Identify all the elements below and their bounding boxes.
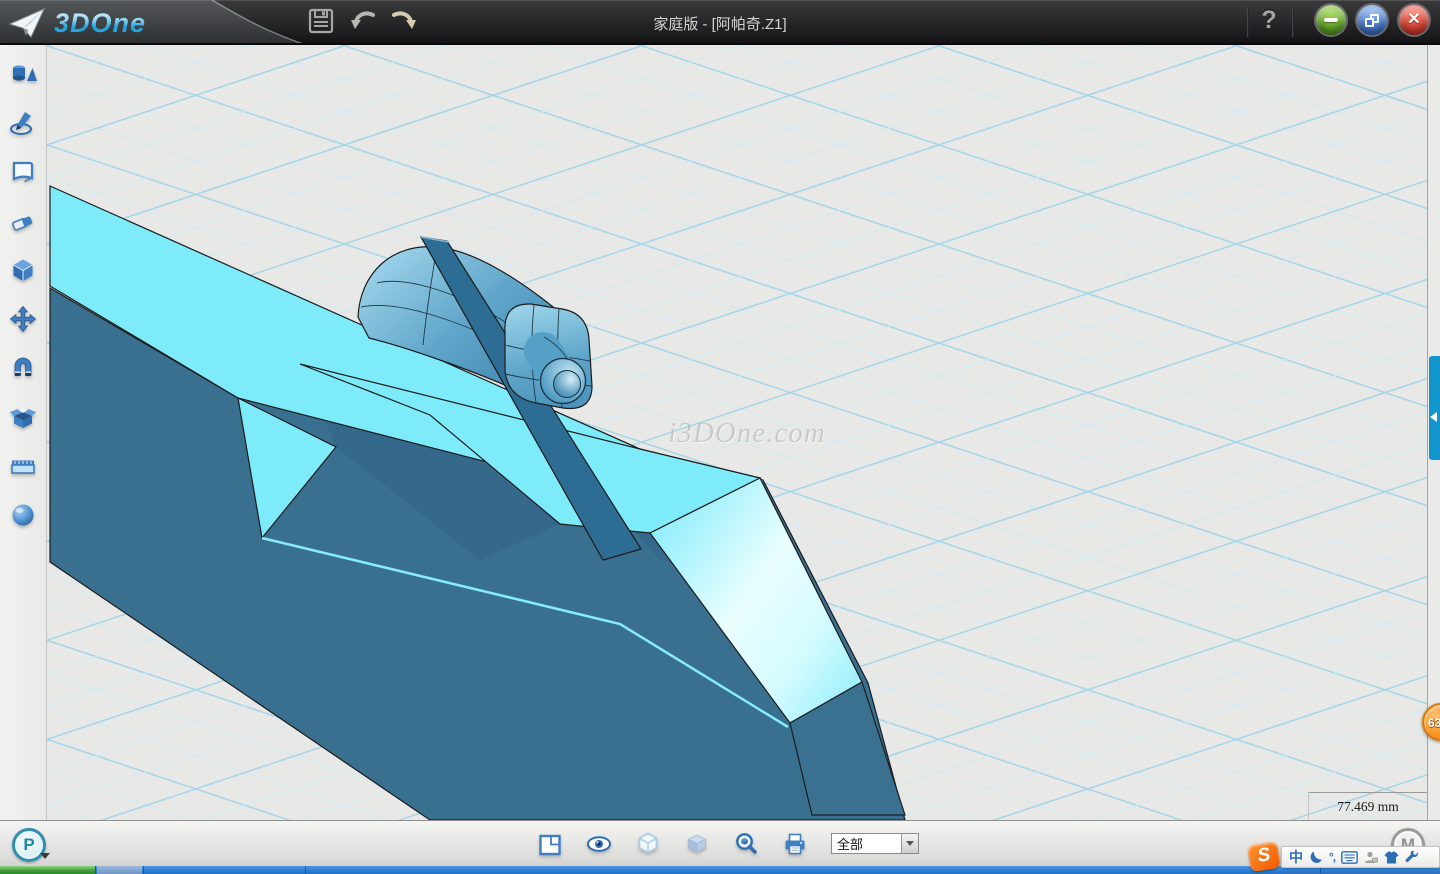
restore-button[interactable] <box>1357 5 1387 35</box>
language-toggle[interactable]: 中 <box>1289 847 1303 867</box>
wireframe-cube-icon <box>635 831 661 857</box>
solids-icon <box>9 60 37 88</box>
tools-icon[interactable] <box>1405 851 1419 864</box>
bottom-toolbar: P <box>0 820 1440 866</box>
print-icon <box>782 831 808 857</box>
sidebar-item-render[interactable] <box>4 497 42 533</box>
sidebar-item-sketch[interactable] <box>4 105 42 141</box>
moon-icon[interactable] <box>1309 851 1323 864</box>
taskbar-start-segment[interactable] <box>0 866 96 874</box>
sidebar-item-measure[interactable] <box>4 448 42 484</box>
model-apache <box>47 45 1427 820</box>
sketch-icon <box>9 109 37 137</box>
window-title: 家庭版 - [阿帕奇.Z1] <box>0 13 1440 34</box>
shaded-display-button[interactable] <box>684 828 710 859</box>
left-toolbar <box>0 45 47 820</box>
magnet-icon <box>9 354 37 382</box>
skin-icon[interactable] <box>1384 851 1399 864</box>
scale-indicator: 77.469 mm <box>1308 792 1427 820</box>
chevron-down-icon <box>906 841 914 846</box>
sidebar-item-feature[interactable] <box>4 252 42 288</box>
chevron-left-icon <box>1430 412 1437 422</box>
zoom-search-button[interactable] <box>733 828 759 859</box>
sidebar-item-combine[interactable] <box>4 399 42 435</box>
close-button[interactable]: ✕ <box>1399 5 1429 35</box>
selection-filter-value: 全部 <box>832 834 901 853</box>
minimize-icon <box>1324 18 1338 22</box>
combine-icon <box>9 403 37 431</box>
keyboard-icon[interactable] <box>1341 851 1358 864</box>
sogou-logo[interactable]: S <box>1247 841 1281 872</box>
visibility-button[interactable] <box>586 828 612 859</box>
layout-plane-button[interactable] <box>537 828 563 859</box>
sidebar-item-surface[interactable] <box>4 154 42 190</box>
plane-layout-icon <box>537 831 563 857</box>
panel-expand-tab[interactable] <box>1429 356 1440 460</box>
sidebar-item-eraser[interactable] <box>4 203 42 239</box>
titlebar-separator <box>1292 7 1293 37</box>
dropdown-button[interactable] <box>901 834 918 853</box>
ime-toolbar: 中 °, <box>1281 846 1440 868</box>
minimize-button[interactable] <box>1316 5 1346 35</box>
feature-cube-icon <box>9 256 37 284</box>
restore-icon <box>1365 14 1379 27</box>
part-mode-dropdown-caret[interactable] <box>40 853 50 859</box>
move-icon <box>9 305 37 333</box>
zoom-search-icon <box>733 831 759 857</box>
application-window: 3DOne 家庭版 - [阿帕奇.Z1] ? ✕ <box>0 0 1440 874</box>
eye-icon <box>586 831 612 857</box>
titlebar-separator <box>1247 7 1248 37</box>
selection-filter-dropdown[interactable]: 全部 <box>831 833 919 854</box>
shaded-cube-icon <box>684 831 710 857</box>
view-tools-group: 全部 <box>537 828 919 859</box>
measure-icon <box>9 452 37 480</box>
sidebar-item-solids[interactable] <box>4 56 42 92</box>
punctuation-icon[interactable]: °, <box>1329 850 1335 864</box>
render-sphere-icon <box>9 501 37 529</box>
wireframe-display-button[interactable] <box>635 828 661 859</box>
print-button[interactable] <box>782 828 808 859</box>
profile-icon[interactable] <box>1364 851 1378 864</box>
surface-icon <box>9 158 37 186</box>
taskbar-separator <box>143 866 144 874</box>
taskbar-separator <box>305 866 306 874</box>
taskbar-button-segment[interactable] <box>97 866 142 874</box>
close-icon: ✕ <box>1407 12 1420 28</box>
viewport-canvas[interactable]: i3DOne.com <box>47 45 1427 820</box>
eraser-icon <box>9 207 37 235</box>
sidebar-item-constraint[interactable] <box>4 350 42 386</box>
help-button[interactable]: ? <box>1256 6 1282 38</box>
sidebar-item-move[interactable] <box>4 301 42 337</box>
title-bar: 3DOne 家庭版 - [阿帕奇.Z1] ? ✕ <box>0 0 1440 45</box>
os-taskbar-sliver[interactable] <box>0 866 1440 874</box>
